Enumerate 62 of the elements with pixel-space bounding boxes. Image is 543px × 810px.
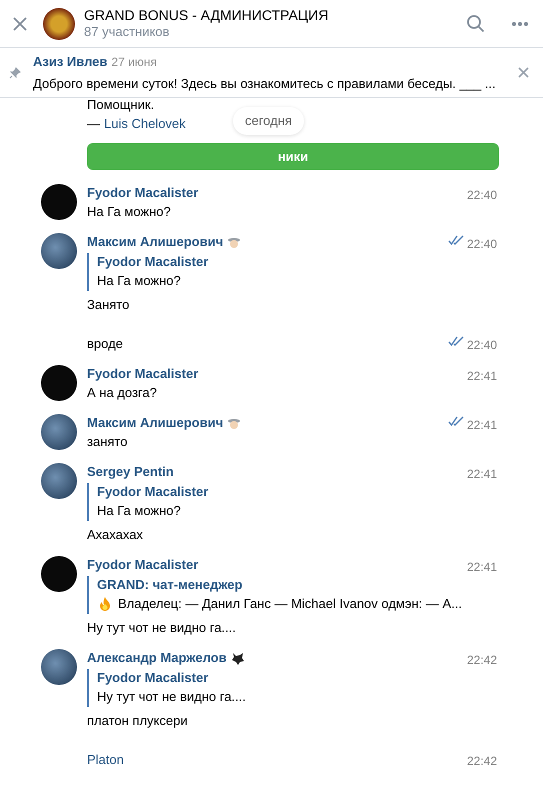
quoted-author: GRAND: чат-менеджер bbox=[97, 576, 244, 594]
close-icon[interactable] bbox=[518, 67, 529, 78]
avatar[interactable] bbox=[41, 184, 77, 220]
message-time: 22:42 bbox=[466, 652, 497, 669]
avatar[interactable] bbox=[41, 365, 77, 401]
avatar[interactable] bbox=[41, 649, 77, 685]
chat-title: GRAND BONUS - АДМИНИСТРАЦИЯ bbox=[84, 7, 330, 24]
avatar[interactable] bbox=[41, 414, 77, 450]
search-icon[interactable] bbox=[466, 14, 486, 34]
message-time: 22:41 bbox=[466, 559, 497, 576]
message-text: А на дозга? bbox=[87, 384, 158, 402]
quoted-text: Ну тут чот не видно га.... bbox=[97, 688, 246, 706]
more-icon[interactable] bbox=[511, 20, 529, 26]
message-text: занято bbox=[87, 433, 128, 451]
avatar[interactable] bbox=[41, 233, 77, 269]
group-avatar[interactable] bbox=[43, 8, 75, 40]
message-text: Ну тут чот не видно га.... bbox=[87, 619, 237, 637]
dash-text: — bbox=[87, 115, 100, 133]
avatar[interactable] bbox=[41, 556, 77, 592]
reply-quote[interactable]: Fyodor Macalister На Га можно? bbox=[87, 483, 467, 521]
pinned-author[interactable]: Азиз Ивлев bbox=[33, 52, 108, 71]
author-name[interactable]: Максим Алишерович bbox=[87, 413, 224, 433]
signature-link[interactable]: Luis Chelovek bbox=[104, 115, 186, 133]
quoted-text: На Га можно? bbox=[97, 272, 181, 290]
member-count: 87 участников bbox=[84, 24, 170, 40]
author-name[interactable]: Александр Маржелов bbox=[87, 648, 227, 668]
reply-quote[interactable]: Fyodor Macalister Ну тут чот не видно га.... bbox=[87, 669, 467, 707]
message-time: 22:40 bbox=[466, 337, 497, 354]
author-name[interactable]: Sergey Pentin bbox=[87, 462, 174, 482]
double-check-icon bbox=[448, 416, 464, 426]
message-time: 22:41 bbox=[466, 466, 497, 483]
message-text: Занято bbox=[87, 296, 130, 314]
message-text: вроде bbox=[87, 335, 124, 353]
message-time: 22:40 bbox=[466, 236, 497, 253]
message-text: платон плуксери bbox=[87, 712, 189, 730]
double-check-icon bbox=[448, 336, 464, 346]
message-text: На Га можно? bbox=[87, 203, 172, 221]
message-time: 22:41 bbox=[466, 417, 497, 434]
pinned-date: 27 июня bbox=[111, 54, 157, 70]
quoted-text: На Га можно? bbox=[97, 502, 181, 520]
double-check-icon bbox=[448, 235, 464, 245]
quoted-text: Владелец: — Данил Ганс — Michael Ivanov одмэн: — А... bbox=[118, 595, 462, 613]
message-time: 22:42 bbox=[466, 753, 497, 770]
close-icon[interactable] bbox=[13, 16, 27, 30]
quoted-author: Fyodor Macalister bbox=[97, 253, 210, 271]
reply-quote[interactable]: GRAND: чат-менеджер Владелец: — Данил Ганс — Michael Ivanov одмэн: — А... bbox=[87, 576, 467, 614]
author-name[interactable]: Fyodor Macalister bbox=[87, 555, 198, 575]
pinned-message-text[interactable]: Доброго времени суток! Здесь вы ознакомитесь с правилами беседы. ___ ... bbox=[33, 74, 510, 94]
message-time: 22:41 bbox=[466, 368, 497, 385]
message-text: Ахахахах bbox=[87, 526, 144, 544]
message-time: 22:40 bbox=[466, 187, 497, 204]
author-name[interactable]: Fyodor Macalister bbox=[87, 183, 198, 203]
message-text: Platon bbox=[87, 751, 125, 769]
fire-icon bbox=[97, 596, 113, 612]
avatar[interactable] bbox=[41, 463, 77, 499]
author-name[interactable]: Fyodor Macalister bbox=[87, 364, 198, 384]
reply-quote[interactable]: Fyodor Macalister На Га можно? bbox=[87, 253, 448, 291]
author-name[interactable]: Максим Алишерович bbox=[87, 232, 224, 252]
pin-icon bbox=[9, 66, 21, 78]
quoted-author: Fyodor Macalister bbox=[97, 483, 210, 501]
quoted-author: Fyodor Macalister bbox=[97, 669, 210, 687]
message-text: Помощник. bbox=[87, 98, 156, 112]
